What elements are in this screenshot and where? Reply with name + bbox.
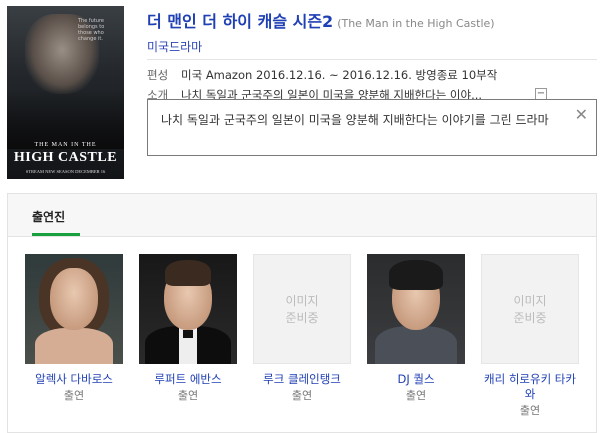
- photo-hair: [165, 260, 211, 286]
- poster-footer: STREAM NEW SEASON DECEMBER 16: [25, 169, 106, 174]
- photo-bowtie: [183, 330, 193, 338]
- cast-role: 출연: [405, 389, 427, 402]
- title-row: 더 맨인 더 하이 캐슬 시즌2 (The Man in the High Cas…: [147, 8, 597, 32]
- broadcast-info-row: 편성 미국 Amazon 2016.12.16. ~ 2016.12.16. 방영…: [147, 67, 497, 83]
- cast-photo[interactable]: [139, 254, 237, 364]
- photo-head: [50, 268, 98, 330]
- cast-role: 출연: [291, 389, 313, 402]
- original-title: (The Man in the High Castle): [337, 17, 495, 30]
- broadcast-label: 편성: [147, 68, 169, 82]
- no-image-placeholder[interactable]: 이미지 준비중: [253, 254, 351, 364]
- no-image-text-2: 준비중: [285, 311, 319, 325]
- cast-role: 출연: [63, 389, 85, 402]
- poster-small-title: THE MAN IN THE: [34, 142, 97, 148]
- cast-item[interactable]: 루퍼트 에반스 출연: [139, 254, 237, 405]
- genre-link[interactable]: 미국드라마: [147, 38, 202, 55]
- tab-active-indicator: [32, 233, 80, 236]
- no-image-text-1: 이미지: [285, 294, 319, 308]
- divider: [147, 59, 597, 60]
- no-image-text-2: 준비중: [513, 311, 547, 325]
- cast-item[interactable]: 이미지 준비중 캐리 히로유키 타카와 출연: [481, 254, 579, 420]
- cast-photo[interactable]: [25, 254, 123, 364]
- cast-name[interactable]: 알렉사 다바로스: [25, 372, 123, 387]
- photo-hair: [389, 260, 443, 290]
- broadcast-value: 미국 Amazon 2016.12.16. ~ 2016.12.16. 방영종료…: [181, 68, 498, 82]
- cast-item[interactable]: 이미지 준비중 루크 클레인탱크 출연: [253, 254, 351, 405]
- cast-name[interactable]: 루크 클레인탱크: [253, 372, 351, 387]
- cast-name[interactable]: 루퍼트 에반스: [139, 372, 237, 387]
- cast-name[interactable]: 캐리 히로유키 타카와: [481, 372, 579, 402]
- show-poster[interactable]: The future belongs to those who change i…: [7, 6, 124, 179]
- cast-item[interactable]: DJ 퀄스 출연: [367, 254, 465, 405]
- summary-full-text: 나치 독일과 군국주의 일본이 미국을 양분해 지배한다는 이야기를 그린 드라…: [161, 113, 549, 127]
- poster-tagline: The future belongs to those who change i…: [78, 18, 105, 42]
- close-icon[interactable]: ✕: [575, 107, 588, 123]
- poster-city-silhouette: [7, 89, 124, 149]
- cast-role: 출연: [519, 404, 541, 417]
- photo-jacket: [375, 326, 457, 364]
- summary-popup: 나치 독일과 군국주의 일본이 미국을 양분해 지배한다는 이야기를 그린 드라…: [147, 99, 597, 156]
- cast-item[interactable]: 알렉사 다바로스 출연: [25, 254, 123, 405]
- photo-body: [35, 328, 113, 364]
- tab-cast[interactable]: 출연진: [32, 208, 65, 225]
- cast-photo[interactable]: [367, 254, 465, 364]
- show-title[interactable]: 더 맨인 더 하이 캐슬 시즌2: [147, 12, 333, 31]
- no-image-text-1: 이미지: [513, 294, 547, 308]
- poster-big-title: HIGH CASTLE: [13, 150, 118, 165]
- no-image-placeholder[interactable]: 이미지 준비중: [481, 254, 579, 364]
- cast-name[interactable]: DJ 퀄스: [367, 372, 465, 387]
- cast-tab-bar: 출연진: [8, 194, 596, 237]
- cast-role: 출연: [177, 389, 199, 402]
